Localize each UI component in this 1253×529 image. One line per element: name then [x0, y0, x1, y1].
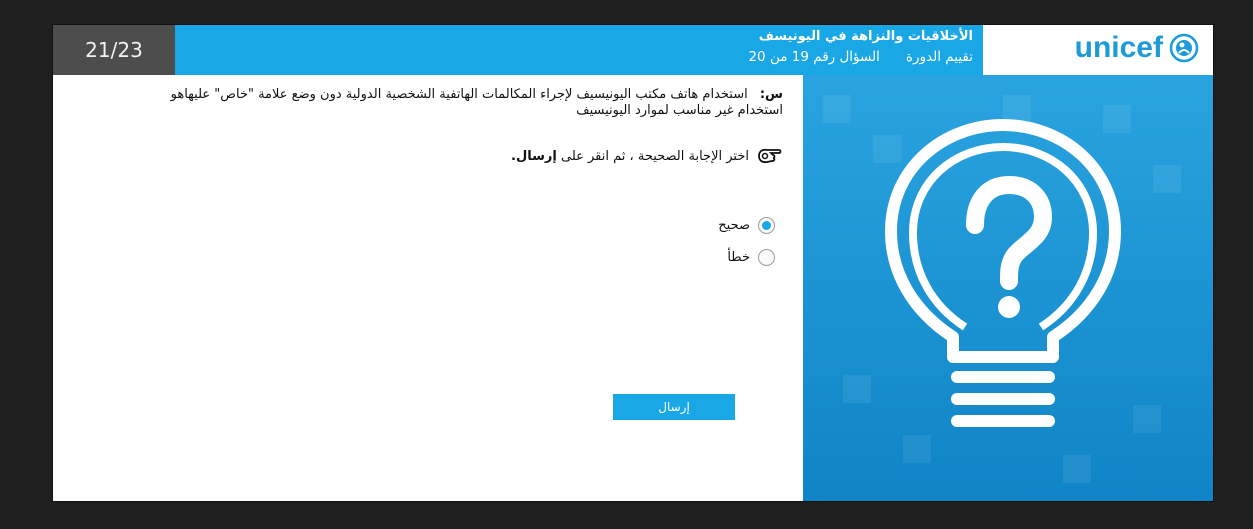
unicef-logo: unicef — [1075, 31, 1199, 65]
option-false[interactable]: خطأ — [727, 249, 775, 266]
illustration-panel — [803, 75, 1213, 501]
radio-true-selected[interactable] — [758, 217, 775, 234]
option-true-label: صحيح — [718, 218, 750, 233]
lightbulb-question-icon — [803, 75, 1213, 501]
radio-false[interactable] — [758, 249, 775, 266]
course-title: الأخلاقيات والنزاهة في اليونيسف — [758, 29, 973, 44]
slide-counter: 21/23 — [53, 25, 175, 75]
pointing-hand-icon — [758, 148, 782, 164]
question-text: استخدام هاتف مكتب اليونيسيف لإجراء المكا… — [170, 87, 783, 118]
unicef-emblem-icon — [1169, 33, 1199, 63]
instruction-main: اختر الإجابة الصحيحة ، ثم انقر على — [560, 148, 749, 164]
course-player: 21/23 الأخلاقيات والنزاهة في اليونيسف تق… — [53, 25, 1213, 501]
option-true[interactable]: صحيح — [718, 217, 775, 234]
question-progress: السؤال رقم 19 من 20 — [748, 49, 880, 65]
instruction-line: اختر الإجابة الصحيحة ، ثم انقر على إرسال… — [511, 147, 783, 165]
course-assessment-label: تقييم الدورة — [905, 49, 973, 65]
logo-text: unicef — [1074, 31, 1163, 64]
header-bar: الأخلاقيات والنزاهة في اليونيسف تقييم ال… — [175, 25, 983, 75]
question-block: س: استخدام هاتف مكتب اليونيسيف لإجراء ال… — [123, 87, 783, 119]
header-subtitle: تقييم الدورة السؤال رقم 19 من 20 — [748, 49, 973, 65]
question-prefix: س: — [759, 87, 783, 102]
instruction-text: اختر الإجابة الصحيحة ، ثم انقر على إرسال… — [511, 149, 749, 164]
question-panel: س: استخدام هاتف مكتب اليونيسيف لإجراء ال… — [53, 75, 803, 501]
option-false-label: خطأ — [727, 250, 750, 265]
instruction-action: إرسال. — [511, 148, 557, 164]
submit-button[interactable]: إرسال — [613, 394, 735, 420]
logo-area: unicef — [983, 25, 1213, 75]
screen-frame: 21/23 الأخلاقيات والنزاهة في اليونيسف تق… — [0, 0, 1253, 529]
